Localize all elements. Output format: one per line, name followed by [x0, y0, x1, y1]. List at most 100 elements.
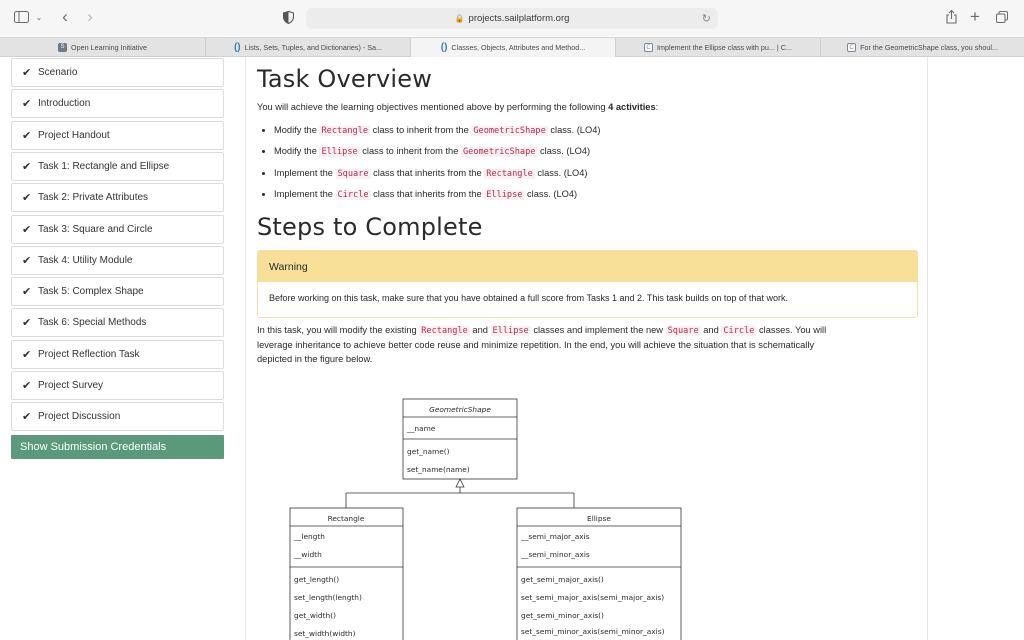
- method: get_name(): [407, 447, 450, 456]
- sidebar-item-task-4[interactable]: ✔ Task 4: Utility Module: [11, 246, 224, 275]
- check-icon: ✔: [22, 380, 32, 392]
- list-item: Implement the Circle class that inherits…: [274, 187, 600, 208]
- shield-icon[interactable]: [281, 10, 295, 25]
- sidebar-item-task-3[interactable]: ✔ Task 3: Square and Circle: [11, 215, 224, 244]
- tab-label: For the GeometricShape class, you shoul.…: [860, 43, 998, 52]
- intro-paragraph: You will achieve the learning objectives…: [257, 100, 658, 114]
- class-name: Ellipse: [587, 514, 611, 523]
- sidebar-item-label: Project Survey: [38, 380, 104, 391]
- check-icon: ✔: [22, 161, 32, 173]
- code-snippet: GeometricShape: [471, 126, 548, 136]
- method: set_semi_major_axis(semi_major_axis): [521, 593, 664, 602]
- sidebar-item-project-survey[interactable]: ✔ Project Survey: [11, 371, 224, 400]
- class-name: GeometricShape: [429, 405, 491, 414]
- sidebar-item-task-6[interactable]: ✔ Task 6: Special Methods: [11, 308, 224, 337]
- check-icon: ✔: [22, 224, 32, 236]
- attribute: __semi_major_axis: [520, 532, 590, 541]
- task-line-3: depicted in the figure below.: [257, 354, 373, 364]
- tab-geometricshape[interactable]: C For the GeometricShape class, you shou…: [820, 38, 1024, 57]
- new-tab-icon[interactable]: +: [968, 7, 982, 26]
- sidebar-item-project-reflection[interactable]: ✔ Project Reflection Task: [11, 340, 224, 369]
- sidebar-item-scenario[interactable]: ✔ Scenario: [11, 58, 224, 87]
- code-snippet: Rectangle: [319, 126, 371, 136]
- browser-toolbar: ⌄ ‹ › 🔒 projects.sailplatform.org ↻ +: [0, 0, 1024, 36]
- sidebar-item-task-5[interactable]: ✔ Task 5: Complex Shape: [11, 277, 224, 306]
- code-snippet: Circle: [335, 189, 371, 200]
- sidebar-item-project-handout[interactable]: ✔ Project Handout: [11, 121, 224, 150]
- sidebar-item-label: Task 2: Private Attributes: [38, 192, 149, 203]
- sidebar-item-task-2[interactable]: ✔ Task 2: Private Attributes: [11, 183, 224, 212]
- sidebar-item-introduction[interactable]: ✔ Introduction: [11, 89, 224, 118]
- code-snippet: GeometricShape: [460, 147, 538, 158]
- method: set_width(width): [294, 629, 356, 638]
- chevron-down-icon[interactable]: ⌄: [34, 11, 44, 23]
- tab-lists-sets-tuples[interactable]: () Lists, Sets, Tuples, and Dictionaries…: [205, 38, 410, 57]
- activity-text: class that inherits from the: [370, 188, 485, 199]
- url-text: projects.sailplatform.org: [468, 13, 570, 24]
- code-snippet: Rectangle: [419, 326, 470, 336]
- method: get_width(): [294, 611, 336, 620]
- warning-box: Warning Before working on this task, mak…: [257, 250, 918, 318]
- lock-icon: 🔒: [454, 14, 465, 23]
- main-content: Task Overview You will achieve the learn…: [245, 57, 928, 640]
- activities-list: Modify the Rectangle class to inherit fr…: [274, 123, 600, 208]
- sidebar-item-label: Project Handout: [38, 130, 110, 141]
- check-icon: ✔: [22, 411, 32, 423]
- method: set_name(name): [407, 465, 470, 474]
- task-paragraph: In this task, you will modify the existi…: [257, 323, 917, 366]
- attribute: __length: [293, 532, 325, 541]
- activity-text: class. (LO4): [537, 146, 591, 157]
- tab-label: Implement the Ellipse class with pu... |…: [657, 43, 792, 52]
- sidebar-toggle-icon[interactable]: [13, 10, 29, 24]
- uml-class-diagram: GeometricShape __name get_name() set_nam…: [289, 398, 682, 640]
- chat-favicon-icon: C: [847, 43, 857, 52]
- tab-implement-ellipse[interactable]: C Implement the Ellipse class with pu...…: [615, 38, 820, 57]
- task-text: and: [469, 325, 491, 335]
- sidebar-item-label: Scenario: [38, 67, 78, 78]
- task-text: In this task, you will modify the existi…: [257, 325, 420, 335]
- code-snippet: Ellipse: [490, 326, 531, 336]
- task-text: and: [700, 325, 722, 335]
- attribute: __width: [293, 550, 322, 559]
- task-line-1: In this task, you will modify the existi…: [257, 323, 917, 338]
- tab-overview-icon[interactable]: [995, 10, 1009, 24]
- class-name: Rectangle: [328, 514, 365, 523]
- attribute: __semi_minor_axis: [520, 550, 590, 559]
- tab-bar: S Open Learning Initiative () Lists, Set…: [0, 37, 1024, 57]
- activity-text: class. (LO4): [534, 167, 588, 178]
- check-icon: ✔: [22, 317, 32, 329]
- check-icon: ✔: [22, 67, 32, 79]
- sidebar-item-label: Project Discussion: [38, 411, 121, 422]
- sidebar-item-label: Task 3: Square and Circle: [38, 224, 153, 235]
- code-snippet: Square: [335, 168, 371, 179]
- activity-text: Modify the: [274, 146, 320, 157]
- list-item: Implement the Square class that inherits…: [274, 166, 600, 187]
- sidebar-item-label: Task 6: Special Methods: [38, 317, 147, 328]
- reload-icon[interactable]: ↻: [702, 12, 711, 25]
- sidebar-item-project-discussion[interactable]: ✔ Project Discussion: [11, 402, 224, 431]
- show-submission-credentials-button[interactable]: Show Submission Credentials: [11, 435, 224, 459]
- sidebar-item-task-1[interactable]: ✔ Task 1: Rectangle and Ellipse: [11, 152, 224, 181]
- attribute: __name: [406, 424, 436, 433]
- sidebar-item-label: Introduction: [38, 98, 91, 109]
- code-snippet: Square: [665, 326, 701, 336]
- check-icon: ✔: [22, 192, 32, 204]
- activity-text: class that inherits from the: [370, 167, 485, 178]
- code-snippet: Ellipse: [484, 189, 525, 200]
- activity-text: class to inherit from the: [359, 146, 461, 157]
- address-bar[interactable]: 🔒 projects.sailplatform.org ↻: [306, 8, 718, 29]
- check-icon: ✔: [22, 130, 32, 142]
- tab-classes-objects[interactable]: () Classes, Objects, Attributes and Meth…: [410, 38, 615, 57]
- forward-icon[interactable]: ›: [83, 7, 97, 26]
- tab-label: Lists, Sets, Tuples, and Dictionaries) -…: [244, 43, 383, 52]
- activity-text: Modify the: [274, 125, 320, 135]
- tab-open-learning-initiative[interactable]: S Open Learning Initiative: [0, 38, 205, 57]
- activity-text: Implement the: [274, 167, 336, 178]
- share-icon[interactable]: [944, 8, 958, 25]
- list-item: Modify the Ellipse class to inherit from…: [274, 144, 600, 165]
- check-icon: ✔: [22, 98, 32, 110]
- tab-label: Classes, Objects, Attributes and Method.…: [451, 43, 586, 52]
- back-icon[interactable]: ‹: [58, 7, 72, 26]
- chat-favicon-icon: C: [644, 43, 654, 52]
- task-text: classes. You will: [756, 325, 827, 335]
